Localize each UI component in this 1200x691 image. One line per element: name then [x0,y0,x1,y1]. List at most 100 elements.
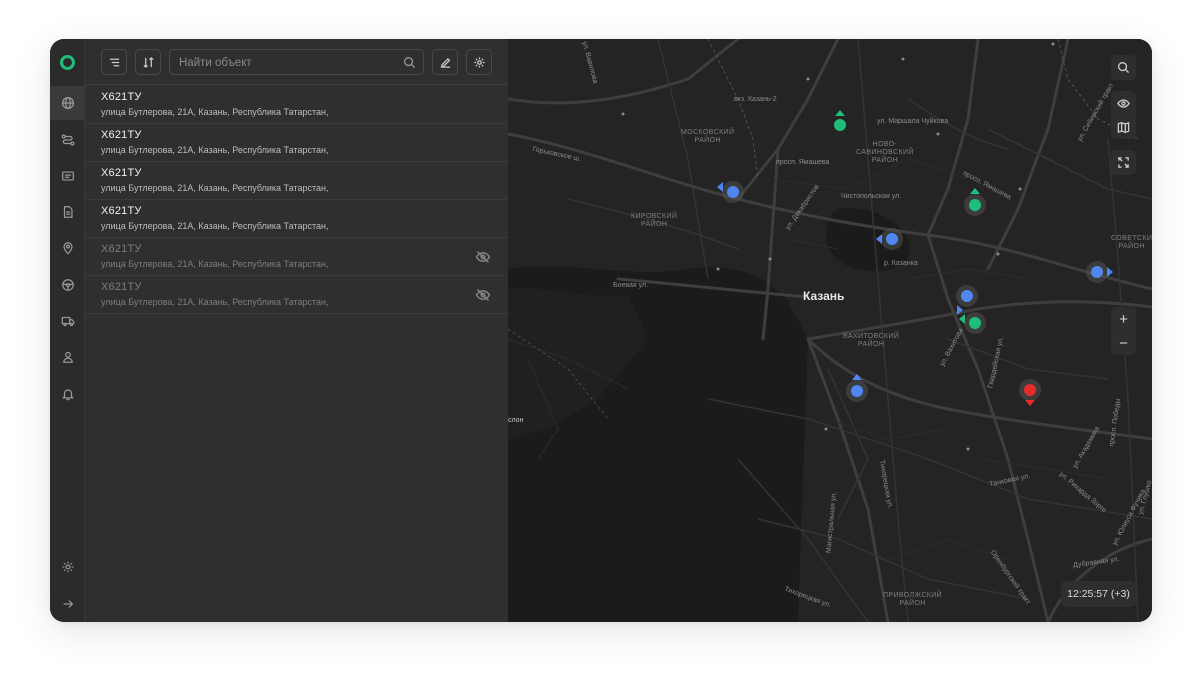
nav-users[interactable] [50,340,85,374]
vehicle-dot [961,290,973,302]
map-search-button[interactable] [1111,55,1136,80]
search-input[interactable] [179,54,399,71]
street-label: р. Казанка [884,260,918,267]
location-pin-icon [62,242,73,255]
nav-routes[interactable] [50,123,85,157]
vehicle-marker[interactable] [1019,379,1041,406]
settings-button[interactable] [466,49,492,75]
direction-arrow-icon [1025,400,1035,406]
sort-button[interactable] [135,49,161,75]
message-icon [61,171,74,181]
street-label: ул. Маршала Чуйкова [877,118,949,125]
direction-arrow-icon [852,374,862,380]
nav-rail [50,39,85,622]
list-item[interactable]: Х621ТУ улица Бутлерова, 21А, Казань, Рес… [85,162,508,200]
nav-expand[interactable] [50,587,85,621]
search-box [169,49,424,75]
district-label: КИРОВСКИЙ РАЙОН [631,213,678,228]
list-item[interactable]: Х621ТУ улица Бутлерова, 21А, Казань, Рес… [85,86,508,124]
nav-drivers[interactable] [50,268,85,302]
user-icon [62,351,73,363]
map-view[interactable]: МОСКОВСКИЙ РАЙОН НОВО- САВИНОВСКИЙ РАЙОН… [508,39,1152,622]
vehicle-marker[interactable] [956,285,978,315]
panel-toolbar [85,39,508,85]
object-address: улица Бутлерова, 21А, Казань, Республика… [101,183,329,193]
district-label: МОСКОВСКИЙ РАЙОН [681,129,735,144]
nav-settings[interactable] [50,550,85,584]
document-icon [63,206,73,218]
edit-icon [440,57,450,68]
map-layers-group [1111,91,1136,139]
object-plate: Х621ТУ [101,205,142,217]
direction-arrow-icon [835,110,845,116]
object-list: Х621ТУ улица Бутлерова, 21А, Казань, Рес… [85,86,508,314]
street-label: Чистопольская ул. [841,193,902,200]
zoom-in-button[interactable]: + [1119,312,1128,327]
eye-off-icon[interactable] [475,287,491,303]
list-item[interactable]: Х621ТУ улица Бутлерова, 21А, Казань, Рес… [85,238,508,276]
direction-arrow-icon [876,234,882,244]
zoom-out-button[interactable]: − [1119,336,1128,351]
vehicle-dot [1091,266,1103,278]
gear-icon [62,561,73,573]
edit-button[interactable] [432,49,458,75]
nav-notifications[interactable] [50,377,85,411]
steering-wheel-icon [61,279,74,291]
zoom-controls: + − [1111,307,1136,355]
eye-off-icon[interactable] [475,249,491,265]
map-icon[interactable] [1117,121,1130,134]
district-label: ВАХИТОВСКИЙ РАЙОН [843,333,900,348]
gear-icon [473,56,485,68]
vehicle-dot [1024,384,1036,396]
vehicle-marker[interactable] [959,312,986,334]
vehicle-dot [851,385,863,397]
vehicle-marker[interactable] [846,374,868,402]
object-address: улица Бутлерова, 21А, Казань, Республика… [101,145,329,155]
vehicle-marker[interactable] [829,110,851,136]
object-plate: Х621ТУ [101,281,142,293]
vehicle-dot [969,199,981,211]
object-address: улица Бутлерова, 21А, Казань, Республика… [101,107,329,117]
nav-vehicles[interactable] [50,304,85,338]
object-address: улица Бутлерова, 21А, Казань, Республика… [101,259,329,269]
app-logo[interactable] [60,55,75,70]
nav-geozones[interactable] [50,231,85,265]
vehicle-marker[interactable] [964,188,986,216]
truck-icon [61,316,74,327]
list-item[interactable]: Х621ТУ улица Бутлерова, 21А, Казань, Рес… [85,200,508,238]
direction-arrow-icon [970,188,980,194]
search-icon[interactable] [403,56,416,69]
app-window: Х621ТУ улица Бутлерова, 21А, Казань, Рес… [50,39,1152,622]
object-plate: Х621ТУ [101,167,142,179]
nav-reports[interactable] [50,195,85,229]
vehicle-marker[interactable] [1086,261,1113,283]
list-item[interactable]: Х621ТУ улица Бутлерова, 21А, Казань, Рес… [85,276,508,314]
bell-icon [61,389,74,401]
filter-button[interactable] [101,49,127,75]
district-label: ПРИВОЛЖСКИЙ РАЙОН [883,592,943,607]
direction-arrow-icon [959,314,965,324]
vehicle-marker[interactable] [876,228,903,250]
search-icon [1118,62,1130,74]
list-item[interactable]: Х621ТУ улица Бутлерова, 21А, Казань, Рес… [85,124,508,162]
vehicle-dot [886,233,898,245]
city-label: Казань [803,289,845,303]
direction-arrow-icon [1107,267,1113,277]
globe-icon [61,96,74,110]
vehicle-marker[interactable] [717,181,744,203]
object-plate: Х621ТУ [101,243,142,255]
nav-messages[interactable] [50,159,85,193]
sort-icon [142,56,154,68]
object-address: улица Бутлерова, 21А, Казань, Республика… [101,221,329,231]
district-label: НОВО- САВИНОВСКИЙ РАЙОН [856,141,914,164]
object-plate: Х621ТУ [101,91,142,103]
filter-lines-icon [109,58,119,66]
fullscreen-button[interactable] [1111,150,1136,175]
arrow-right-icon [63,600,73,608]
direction-arrow-icon [717,182,723,192]
street-label: слон [508,417,524,424]
nav-map[interactable] [50,86,85,120]
street-label: вкз. Казань-2 [734,96,777,103]
eye-icon[interactable] [1117,97,1130,110]
district-label: СОВЕТСКИ РАЙОН [1111,235,1152,250]
